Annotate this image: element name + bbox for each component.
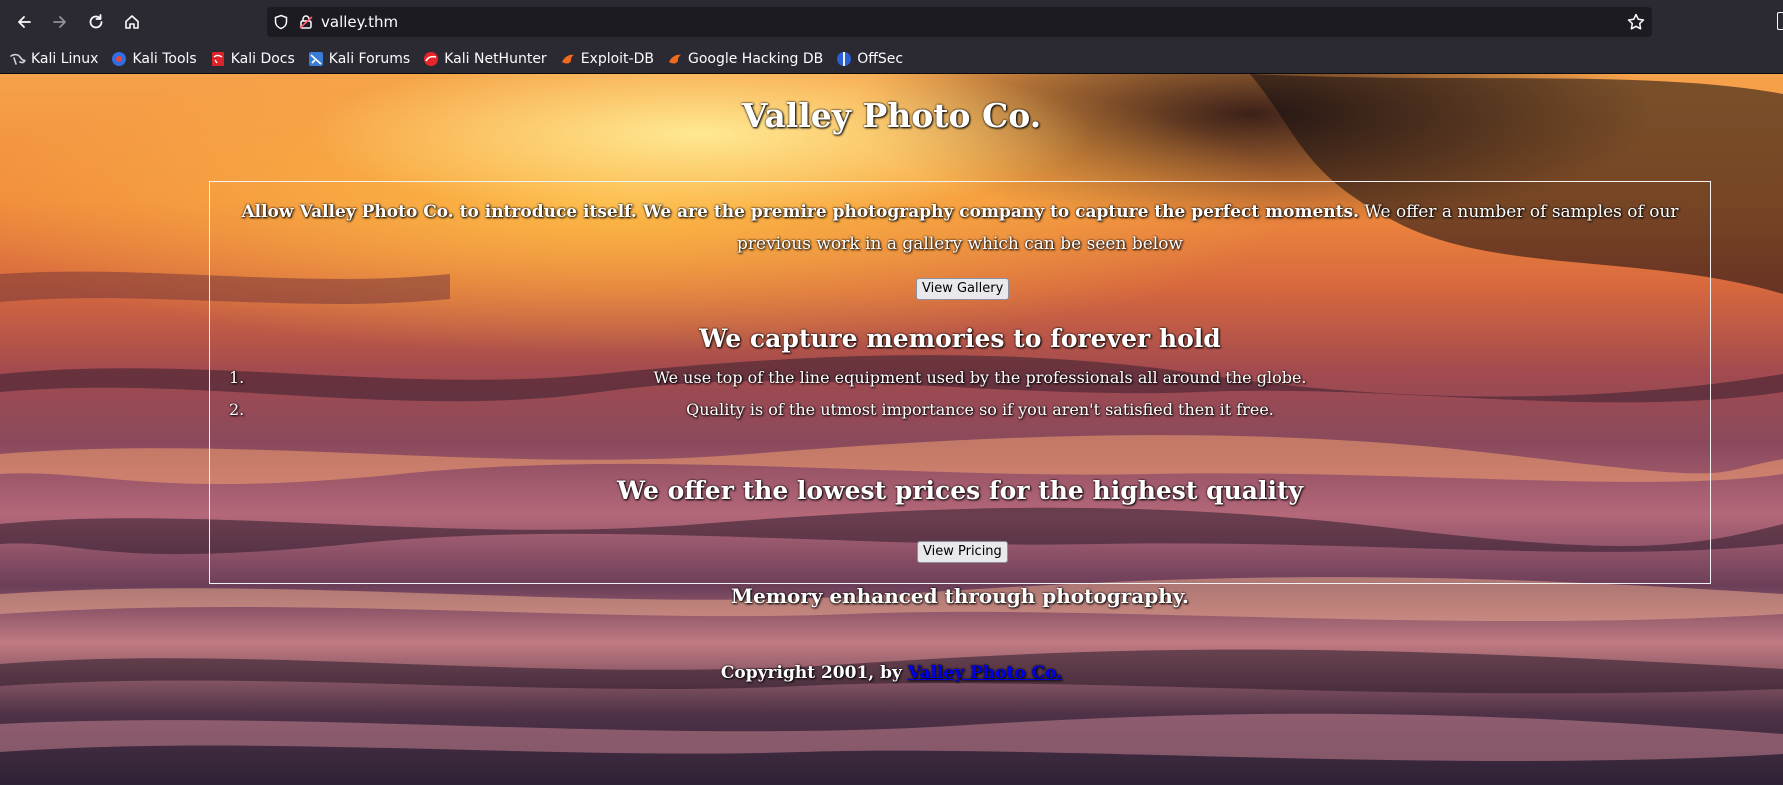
copyright-text: Copyright 2001, by (720, 663, 908, 683)
insecure-lock-icon[interactable] (295, 7, 317, 37)
reload-button[interactable] (78, 4, 114, 40)
page-body: Valley Photo Co. Allow Valley Photo Co. … (0, 74, 1783, 785)
bookmarks-toolbar: Kali Linux Kali Tools Kali Docs Kali For… (0, 44, 1783, 74)
bookmark-label: Google Hacking DB (687, 50, 824, 67)
bookmark-offsec[interactable]: OffSec (836, 51, 903, 67)
kali-tools-icon (112, 51, 127, 66)
bookmark-kali-linux[interactable]: Kali Linux (10, 51, 98, 67)
intro-bold-text: Allow Valley Photo Co. to introduce itse… (241, 202, 1359, 222)
bookmark-kali-docs[interactable]: Kali Docs (210, 51, 295, 67)
list-item: 2. Quality is of the utmost importance s… (210, 394, 1710, 426)
bookmark-label: Kali NetHunter (444, 50, 547, 67)
home-button[interactable] (114, 4, 150, 40)
home-icon (125, 15, 139, 29)
bookmark-kali-forums[interactable]: Kali Forums (308, 51, 410, 67)
bookmark-exploit-db[interactable]: Exploit-DB (560, 51, 654, 67)
back-arrow-icon (18, 16, 31, 28)
footer: Copyright 2001, by Valley Photo Co. (0, 663, 1783, 683)
bookmark-kali-nethunter[interactable]: Kali NetHunter (423, 50, 547, 67)
list-text: We use top of the line equipment used by… (653, 368, 1307, 387)
url-text[interactable]: valley.thm (321, 13, 398, 31)
reload-icon (89, 14, 103, 29)
view-gallery-button[interactable]: View Gallery (916, 278, 1010, 300)
back-button[interactable] (6, 4, 42, 40)
browser-toolbar: valley.thm (0, 0, 1783, 44)
page-viewport[interactable]: Valley Photo Co. Allow Valley Photo Co. … (0, 74, 1783, 785)
bookmark-label: Kali Docs (230, 50, 295, 67)
bookmark-kali-tools[interactable]: Kali Tools (111, 50, 197, 67)
ghdb-icon (668, 54, 681, 63)
content-frame: Allow Valley Photo Co. to introduce itse… (209, 181, 1711, 608)
bookmark-label: Kali Linux (31, 50, 99, 67)
kali-forums-icon (308, 51, 323, 66)
forward-arrow-icon (53, 16, 66, 28)
kali-dragon-icon (10, 53, 26, 65)
bookmark-label: Kali Forums (328, 50, 411, 67)
bookmark-label: Exploit-DB (580, 50, 654, 67)
prices-heading: We offer the lowest prices for the highe… (616, 476, 1304, 505)
memories-heading: We capture memories to forever hold (699, 324, 1221, 353)
bookmark-label: OffSec (857, 50, 904, 67)
kali-docs-icon (211, 51, 224, 66)
view-pricing-button[interactable]: View Pricing (917, 541, 1008, 563)
forward-button[interactable] (42, 4, 78, 40)
tagline: Memory enhanced through photography. (730, 584, 1190, 608)
address-bar[interactable]: valley.thm (267, 7, 1652, 37)
nethunter-icon (424, 51, 439, 66)
bookmark-label: Kali Tools (132, 50, 197, 67)
exploit-db-icon (561, 54, 574, 63)
intro-paragraph: Allow Valley Photo Co. to introduce itse… (210, 196, 1710, 260)
bookmark-google-hacking-db[interactable]: Google Hacking DB (667, 51, 823, 67)
bookmark-star-icon[interactable] (1626, 12, 1646, 32)
tracking-shield-icon[interactable] (267, 7, 295, 37)
list-item: 1. We use top of the line equipment used… (210, 362, 1710, 394)
offsec-icon (837, 51, 852, 66)
footer-company-link[interactable]: Valley Photo Co. (908, 663, 1062, 683)
page-title: Valley Photo Co. (741, 96, 1042, 135)
features-list: 1. We use top of the line equipment used… (210, 362, 1710, 426)
list-text: Quality is of the utmost importance so i… (686, 400, 1274, 419)
extensions-edge-icon[interactable] (1777, 12, 1783, 30)
